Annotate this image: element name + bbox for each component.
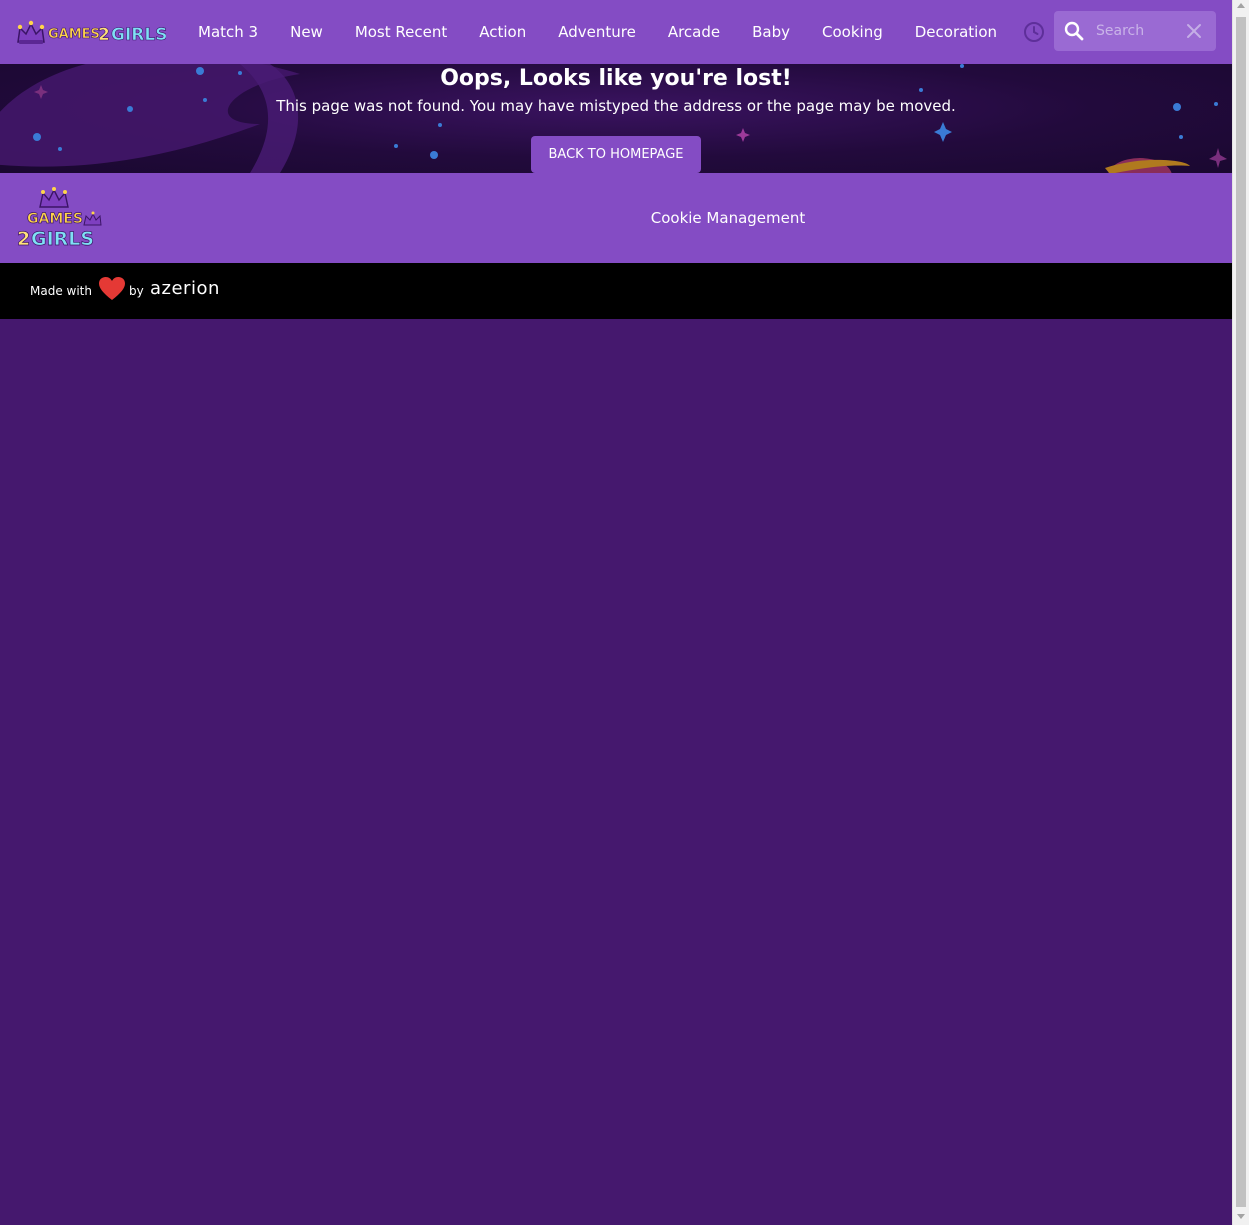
scroll-down-arrow-icon[interactable] xyxy=(1237,1214,1245,1219)
svg-text:GIRLS: GIRLS xyxy=(111,25,166,45)
svg-text:2: 2 xyxy=(17,228,30,249)
svg-text:2: 2 xyxy=(98,25,110,45)
logo-wordmark: GAMES 2 GIRLS xyxy=(48,25,166,46)
main-nav: Match 3 New Most Recent Action Adventure… xyxy=(182,0,1013,64)
nav-item-new[interactable]: New xyxy=(274,0,339,64)
nav-item-arcade[interactable]: Arcade xyxy=(652,0,736,64)
crown-icon xyxy=(39,187,69,208)
cookie-management-link[interactable]: Cookie Management xyxy=(620,207,836,229)
site-logo[interactable]: GAMES 2 GIRLS xyxy=(16,16,166,48)
error-title: Oops, Looks like you're lost! xyxy=(440,66,792,91)
crown-small-icon xyxy=(83,211,102,226)
close-icon[interactable] xyxy=(1185,22,1203,40)
footer-logo[interactable]: GAMES 2 GIRLS xyxy=(16,187,102,251)
svg-text:GAMES: GAMES xyxy=(48,27,100,42)
back-to-homepage-button[interactable]: BACK TO HOMEPAGE xyxy=(531,136,701,173)
crown-icon xyxy=(17,20,45,44)
heart-icon xyxy=(99,277,125,301)
by-text: by xyxy=(129,284,144,298)
made-with-text: Made with xyxy=(30,284,92,298)
search-input[interactable] xyxy=(1096,19,1180,43)
scroll-up-arrow-icon[interactable] xyxy=(1237,3,1245,8)
site-header: GAMES 2 GIRLS Match 3 New Most Recent Ac… xyxy=(0,0,1232,64)
error-subtitle: This page was not found. You may have mi… xyxy=(276,97,956,115)
nav-item-action[interactable]: Action xyxy=(463,0,542,64)
scrollbar-thumb[interactable] xyxy=(1236,17,1246,1207)
vertical-scrollbar[interactable] xyxy=(1232,0,1249,1225)
search-icon[interactable] xyxy=(1063,20,1085,42)
nav-item-match-3[interactable]: Match 3 xyxy=(182,0,274,64)
clock-icon[interactable] xyxy=(1022,20,1046,44)
nav-item-decoration[interactable]: Decoration xyxy=(899,0,1013,64)
nav-item-adventure[interactable]: Adventure xyxy=(542,0,652,64)
nav-item-cooking[interactable]: Cooking xyxy=(806,0,899,64)
nav-item-most-recent[interactable]: Most Recent xyxy=(339,0,463,64)
nav-item-baby[interactable]: Baby xyxy=(736,0,806,64)
footer-logo-wordmark: GAMES 2 GIRLS xyxy=(17,211,95,251)
not-found-hero: Oops, Looks like you're lost! This page … xyxy=(0,64,1232,173)
search-box xyxy=(1054,11,1216,51)
site-footer: GAMES 2 GIRLS Cookie Management xyxy=(0,173,1232,263)
made-with-bar: Made with by azerion xyxy=(0,263,1232,319)
svg-text:GIRLS: GIRLS xyxy=(31,228,94,249)
page: GAMES 2 GIRLS Match 3 New Most Recent Ac… xyxy=(0,0,1232,1225)
azerion-logo[interactable]: azerion xyxy=(150,277,220,301)
svg-text:GAMES: GAMES xyxy=(27,211,83,227)
